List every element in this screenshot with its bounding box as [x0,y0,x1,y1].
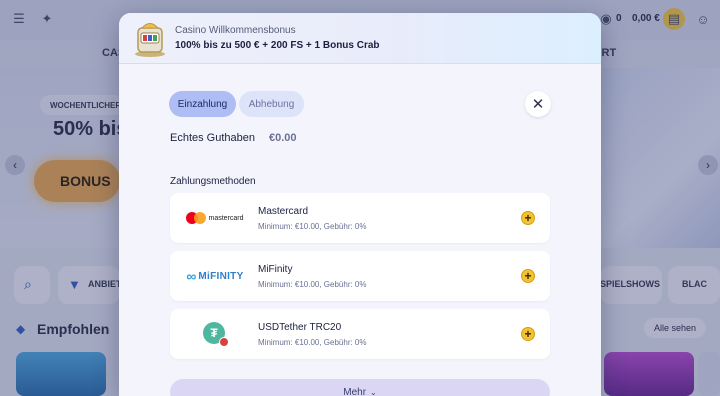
close-icon: ✕ [531,96,545,113]
tether-logo-icon: ₮ [178,318,252,350]
method-name: MiFinity [258,264,293,275]
add-method-button[interactable]: + [521,211,535,225]
mastercard-logo-text: mastercard [208,214,244,222]
slot-machine-icon [135,23,165,57]
close-button[interactable]: ✕ [525,91,551,117]
payment-methods-label: Zahlungsmethoden [170,176,256,187]
payment-method-usdt-trc20[interactable]: ₮ USDTether TRC20 Minimum: €10.00, Gebüh… [170,309,550,359]
method-name: USDTether TRC20 [258,322,342,333]
more-methods-button[interactable]: Mehr ⌄ [170,379,550,396]
bonus-value: 100% bis zu 500 € + 200 FS + 1 Bonus Cra… [175,40,380,51]
payment-method-mastercard[interactable]: mastercard Mastercard Minimum: €10.00, G… [170,193,550,243]
payment-method-mifinity[interactable]: ∞ MiFINITY MiFinity Minimum: €10.00, Geb… [170,251,550,301]
balance-label: Echtes Guthaben [170,132,256,144]
balance-value: €0.00 [269,132,297,144]
mastercard-logo-icon: mastercard [178,202,252,234]
mifinity-logo-text: MiFINITY [198,270,244,282]
chevron-down-icon: ⌄ [370,387,377,396]
deposit-modal: Casino Willkommensbonus 100% bis zu 500 … [119,13,601,396]
method-name: Mastercard [258,206,309,217]
welcome-bonus-banner[interactable]: Casino Willkommensbonus 100% bis zu 500 … [119,13,601,64]
tron-badge-icon [219,337,229,347]
method-meta: Minimum: €10.00, Gebühr: 0% [258,338,367,347]
method-meta: Minimum: €10.00, Gebühr: 0% [258,222,367,231]
add-method-button[interactable]: + [521,269,535,283]
method-meta: Minimum: €10.00, Gebühr: 0% [258,280,367,289]
tab-withdraw[interactable]: Abhebung [239,91,304,117]
more-label: Mehr [343,386,367,396]
tab-deposit[interactable]: Einzahlung [169,91,236,117]
modal-body: Einzahlung Abhebung ✕ Echtes Guthaben €0… [119,64,601,396]
bonus-label: Casino Willkommensbonus [175,25,296,36]
mifinity-logo-icon: ∞ MiFINITY [186,268,244,284]
add-method-button[interactable]: + [521,327,535,341]
